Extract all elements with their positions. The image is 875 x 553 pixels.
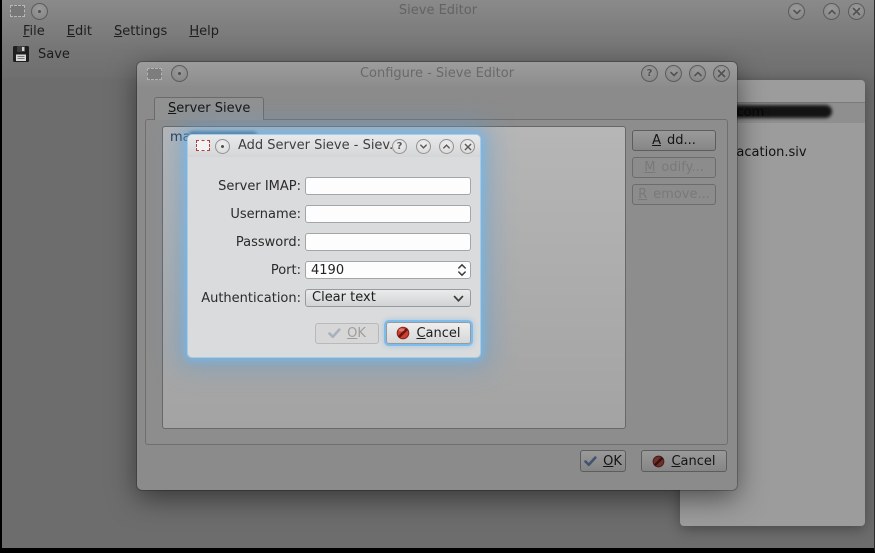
password-input[interactable] (305, 233, 471, 251)
cancel-icon (396, 326, 410, 340)
username-input[interactable] (305, 205, 471, 223)
close-icon (717, 69, 726, 78)
port-spinbox[interactable] (305, 261, 471, 279)
minimize-button[interactable] (665, 65, 682, 82)
menubar: File Edit Settings Help (4, 22, 230, 42)
maximize-button[interactable] (689, 65, 706, 82)
save-label: Save (38, 47, 70, 62)
close-button[interactable] (460, 139, 475, 154)
modify-button: Modify... (632, 157, 716, 178)
spinner-arrows-icon[interactable] (457, 263, 467, 277)
chevron-up-icon (827, 7, 837, 17)
menu-settings[interactable]: Settings (103, 22, 178, 42)
add-dialog-titlebar[interactable]: Add Server Sieve - Siev... ? (188, 135, 480, 157)
maximize-button[interactable] (823, 3, 840, 20)
chevron-down-icon (669, 69, 679, 79)
close-icon (852, 7, 861, 16)
check-icon (328, 328, 341, 339)
password-label: Password: (195, 235, 301, 250)
check-icon (584, 456, 597, 467)
question-mark-icon: ? (397, 142, 403, 152)
question-mark-icon: ? (647, 69, 653, 79)
server-imap-label: Server IMAP: (195, 179, 301, 194)
close-icon (464, 143, 472, 151)
save-button[interactable]: Save (12, 45, 70, 63)
cancel-icon (652, 455, 665, 468)
help-button[interactable]: ? (392, 139, 407, 154)
minimize-button[interactable] (788, 3, 805, 20)
username-label: Username: (195, 207, 301, 222)
ok-button[interactable]: OK (580, 450, 626, 472)
maximize-button[interactable] (439, 139, 454, 154)
add-server-sieve-dialog: Add Server Sieve - Siev... ? Server IMAP… (188, 135, 480, 357)
window-title: Sieve Editor (2, 3, 874, 18)
close-button[interactable] (713, 65, 730, 82)
main-window: Sieve Editor File Edit Settings Help Sav… (0, 0, 875, 553)
menu-file[interactable]: File (12, 22, 56, 42)
ok-button: OK (315, 323, 379, 344)
chevron-down-icon (453, 295, 464, 303)
chevron-down-icon (792, 7, 802, 17)
port-label: Port: (195, 263, 301, 278)
window-menu-button[interactable] (215, 139, 230, 154)
cancel-button[interactable]: Cancel (386, 322, 471, 344)
add-button[interactable]: Add... (632, 130, 716, 151)
port-input[interactable] (305, 261, 471, 279)
configure-titlebar[interactable]: Configure - Sieve Editor ? (137, 62, 737, 86)
chevron-up-icon (693, 69, 703, 79)
floppy-disk-icon (12, 45, 30, 63)
authentication-label: Authentication: (195, 291, 301, 306)
server-imap-input[interactable] (305, 177, 471, 195)
menu-help[interactable]: Help (178, 22, 230, 42)
menu-edit[interactable]: Edit (56, 22, 103, 42)
chevron-down-icon (419, 142, 428, 151)
help-button[interactable]: ? (641, 65, 658, 82)
minimize-button[interactable] (416, 139, 431, 154)
cancel-button[interactable]: Cancel (641, 450, 727, 472)
remove-button: Remove... (632, 184, 716, 205)
add-dialog-title: Add Server Sieve - Siev... (238, 138, 402, 153)
authentication-select[interactable]: Clear text (305, 289, 471, 307)
close-button[interactable] (848, 3, 865, 20)
dialog-icon (196, 140, 210, 151)
chevron-up-icon (442, 142, 451, 151)
tab-server-sieve[interactable]: Server Sieve (154, 97, 264, 120)
